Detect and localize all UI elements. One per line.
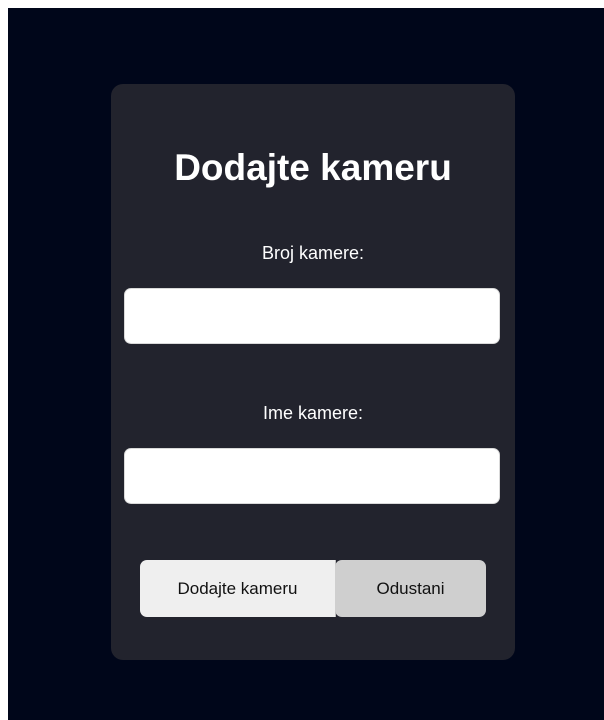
camera-name-input[interactable] [124,448,500,504]
add-camera-card: Dodajte kameru Broj kamere: Ime kamere: … [111,84,515,660]
camera-number-input[interactable] [124,288,500,344]
camera-number-label: Broj kamere: [261,243,365,263]
page-background: Dodajte kameru Broj kamere: Ime kamere: … [8,8,604,720]
page-title: Dodajte kameru [174,147,452,188]
camera-name-label: Ime kamere: [262,403,364,423]
add-camera-button[interactable]: Dodajte kameru [140,560,336,617]
cancel-button[interactable]: Odustani [335,560,486,617]
